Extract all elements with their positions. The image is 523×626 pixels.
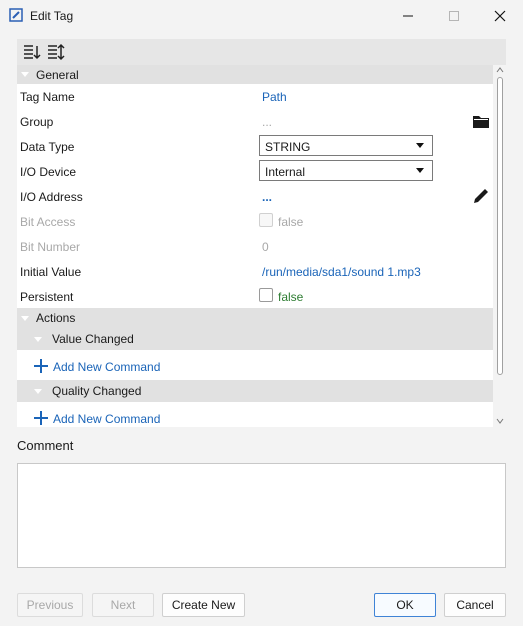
category-label: Actions <box>36 311 76 325</box>
row-label: Data Type <box>20 140 75 154</box>
cancel-button[interactable]: Cancel <box>444 593 506 617</box>
maximize-button[interactable] <box>431 0 477 32</box>
comment-textarea[interactable] <box>17 463 506 568</box>
previous-button[interactable]: Previous <box>17 593 83 617</box>
window-title: Edit Tag <box>30 9 74 23</box>
category-actions[interactable]: Actions <box>17 308 493 328</box>
row-bit-access: Bit Access false <box>17 209 493 234</box>
property-toolbar <box>17 39 506 65</box>
row-label: Bit Access <box>20 215 76 229</box>
minimize-icon <box>403 15 413 17</box>
persistent-checkbox[interactable] <box>259 288 273 302</box>
row-add-command-value: Add New Command <box>17 353 493 378</box>
folder-icon[interactable] <box>473 114 489 128</box>
plus-icon <box>34 411 48 425</box>
row-label: Initial Value <box>20 265 82 279</box>
scroll-up-icon[interactable] <box>496 67 504 73</box>
row-group: Group ... <box>17 109 493 134</box>
scrollbar-thumb[interactable] <box>497 77 503 375</box>
row-initial-value: Initial Value /run/media/sda1/sound 1.mp… <box>17 259 493 284</box>
subcategory-value-changed[interactable]: Value Changed <box>17 328 493 350</box>
sort-desc-icon[interactable] <box>23 43 41 61</box>
bit-access-value: false <box>278 215 304 229</box>
row-label: I/O Device <box>20 165 77 179</box>
collapse-icon <box>21 316 29 321</box>
sort-category-icon[interactable] <box>47 43 65 61</box>
ok-button[interactable]: OK <box>374 593 436 617</box>
row-io-device: I/O Device Internal <box>17 159 493 184</box>
add-command-label: Add New Command <box>53 360 161 374</box>
tag-name-value[interactable]: Path <box>262 90 287 104</box>
title-bar: Edit Tag <box>0 0 523 32</box>
row-label: Persistent <box>20 290 74 304</box>
group-value[interactable]: ... <box>262 115 272 129</box>
io-device-select[interactable]: Internal <box>259 160 433 181</box>
plus-icon <box>34 359 48 373</box>
row-tag-name: Tag Name Path <box>17 84 493 109</box>
row-label: I/O Address <box>20 190 83 204</box>
bit-number-value[interactable]: 0 <box>262 240 269 254</box>
subcategory-quality-changed[interactable]: Quality Changed <box>17 380 493 402</box>
collapse-icon <box>34 389 42 394</box>
chevron-down-icon <box>416 168 424 173</box>
pencil-icon[interactable] <box>472 187 490 205</box>
grid-scrollbar[interactable] <box>493 65 506 427</box>
row-bit-number: Bit Number 0 <box>17 234 493 259</box>
initial-value-value[interactable]: /run/media/sda1/sound 1.mp3 <box>262 265 421 279</box>
subcategory-label: Value Changed <box>52 332 134 346</box>
data-type-value: STRING <box>265 140 311 154</box>
comment-label: Comment <box>17 438 74 453</box>
next-button[interactable]: Next <box>92 593 154 617</box>
property-grid: General Tag Name Path Group ... Data Typ… <box>17 65 493 427</box>
maximize-icon <box>449 11 459 21</box>
bit-access-checkbox[interactable] <box>259 213 273 227</box>
app-icon <box>9 8 23 22</box>
close-button[interactable] <box>477 0 523 32</box>
row-label: Group <box>20 115 54 129</box>
row-persistent: Persistent false <box>17 284 493 309</box>
category-general[interactable]: General <box>17 65 493 84</box>
subcategory-label: Quality Changed <box>52 384 142 398</box>
data-type-select[interactable]: STRING <box>259 135 433 156</box>
collapse-icon <box>21 72 29 77</box>
close-icon <box>494 10 506 22</box>
io-address-value[interactable]: ... <box>262 190 272 204</box>
row-io-address: I/O Address ... <box>17 184 493 209</box>
io-device-value: Internal <box>265 165 306 179</box>
chevron-down-icon <box>416 143 424 148</box>
row-add-command-quality: Add New Command <box>17 405 493 427</box>
add-command-label: Add New Command <box>53 412 161 426</box>
collapse-icon <box>34 337 42 342</box>
create-new-button[interactable]: Create New <box>162 593 245 617</box>
row-data-type: Data Type STRING <box>17 134 493 159</box>
scroll-down-icon[interactable] <box>496 418 504 424</box>
row-label: Tag Name <box>20 90 75 104</box>
category-label: General <box>36 68 79 82</box>
minimize-button[interactable] <box>385 0 431 32</box>
persistent-value: false <box>278 290 304 304</box>
row-label: Bit Number <box>20 240 81 254</box>
